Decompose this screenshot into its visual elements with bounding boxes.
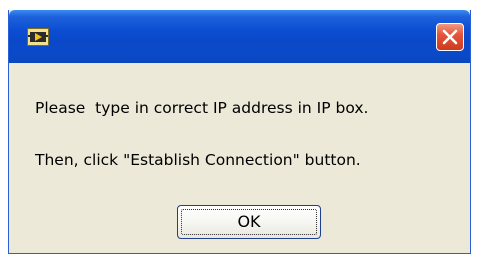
- message-line-2: Then, click "Establish Connection" butto…: [35, 151, 361, 169]
- close-icon: [442, 29, 458, 45]
- dialog-body: Please type in correct IP address in IP …: [9, 63, 470, 253]
- close-button[interactable]: [436, 23, 464, 51]
- message-line-1: Please type in correct IP address in IP …: [35, 99, 369, 117]
- labview-app-icon: [27, 28, 49, 46]
- ok-button-label: OK: [237, 212, 261, 231]
- message-dialog: Please type in correct IP address in IP …: [8, 10, 471, 254]
- ok-button[interactable]: OK: [177, 205, 321, 239]
- title-bar[interactable]: [9, 10, 470, 63]
